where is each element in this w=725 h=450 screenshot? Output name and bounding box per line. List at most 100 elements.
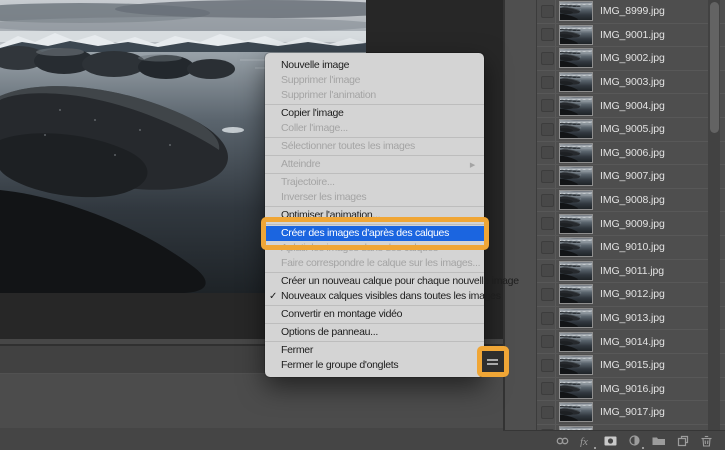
checkbox-cell	[537, 23, 556, 47]
list-item[interactable]: IMG_9009.jpg	[537, 212, 725, 236]
file-name: IMG_9002.jpg	[600, 52, 665, 65]
list-item[interactable]: IMG_9007.jpg	[537, 165, 725, 189]
frame-checkbox[interactable]	[541, 264, 554, 278]
list-item[interactable]: IMG_9002.jpg	[537, 47, 725, 71]
list-item[interactable]: IMG_8999.jpg	[537, 0, 725, 24]
frame-thumbnail	[559, 308, 593, 329]
checkbox-cell	[537, 330, 556, 353]
list-item[interactable]: IMG_9005.jpg	[537, 117, 725, 142]
list-item[interactable]: IMG_9016.jpg	[537, 377, 725, 402]
menu-separator	[265, 206, 484, 207]
delete-icon[interactable]	[699, 434, 714, 448]
menu-item-label: Créer un nouveau calque pour chaque nouv…	[281, 275, 519, 287]
file-name: IMG_9016.jpg	[600, 382, 665, 395]
list-item[interactable]: IMG_9017.jpg	[537, 401, 725, 425]
new-layer-icon[interactable]	[675, 434, 690, 448]
list-item[interactable]: IMG_9013.jpg	[537, 306, 725, 331]
menu-separator	[265, 224, 484, 225]
file-name: IMG_9010.jpg	[600, 241, 665, 254]
menu-item[interactable]: Créer un nouveau calque pour chaque nouv…	[265, 274, 519, 289]
frame-checkbox[interactable]	[541, 99, 554, 113]
checkbox-cell	[537, 47, 556, 70]
frame-checkbox[interactable]	[541, 358, 554, 372]
adjustment-icon[interactable]	[627, 434, 644, 449]
frame-checkbox[interactable]	[541, 335, 554, 349]
file-name: IMG_9011.jpg	[600, 264, 664, 277]
frame-thumbnail	[559, 260, 593, 281]
scrollbar-track[interactable]	[708, 0, 720, 430]
menu-item-label: Nouvelle image	[281, 59, 350, 71]
menu-item-label: Coller l'image...	[281, 122, 348, 134]
frame-thumbnail	[559, 402, 593, 423]
list-item[interactable]: IMG_9001.jpg	[537, 23, 725, 48]
menu-separator	[265, 341, 484, 342]
menu-item[interactable]: Fermer le groupe d'onglets	[265, 358, 484, 373]
menu-item[interactable]: Créer des images d'après des calques	[265, 226, 484, 241]
effects-icon[interactable]: fx	[579, 434, 596, 449]
menu-item: Inverser les images	[265, 190, 484, 205]
menu-item[interactable]: Copier l'image	[265, 106, 484, 121]
layer-mask-icon[interactable]	[603, 434, 618, 448]
frame-thumbnail	[559, 95, 593, 116]
frame-checkbox[interactable]	[541, 4, 554, 18]
menu-item[interactable]: Optimiser l'animation...	[265, 208, 484, 223]
menu-item[interactable]: Options de panneau...	[265, 325, 484, 340]
menu-item[interactable]: Nouvelle image	[265, 58, 484, 73]
list-item[interactable]: IMG_9014.jpg	[537, 330, 725, 354]
menu-separator	[265, 137, 484, 138]
checkbox-cell	[537, 165, 556, 188]
frame-checkbox[interactable]	[541, 75, 554, 89]
frame-checkbox[interactable]	[541, 169, 554, 183]
frame-thumbnail	[559, 119, 593, 140]
list-item[interactable]: IMG_9006.jpg	[537, 141, 725, 166]
frame-checkbox[interactable]	[541, 240, 554, 254]
menu-item[interactable]: ✓ Nouveaux calques visibles dans toutes l…	[265, 289, 501, 304]
menu-item[interactable]: Convertir en montage vidéo	[265, 307, 484, 322]
menu-item-label: Copier l'image	[281, 107, 344, 119]
list-item[interactable]: IMG_9004.jpg	[537, 94, 725, 118]
menu-item-label: Optimiser l'animation...	[281, 209, 381, 221]
menu-item-label: Créer des images d'après des calques	[281, 227, 450, 239]
panel-menu-button[interactable]	[481, 351, 504, 373]
checkbox-cell	[537, 401, 556, 424]
frame-checkbox[interactable]	[541, 193, 554, 207]
list-item[interactable]: IMG_9008.jpg	[537, 188, 725, 213]
file-name: IMG_9012.jpg	[600, 288, 665, 301]
frame-thumbnail	[559, 72, 593, 93]
frame-thumbnail	[559, 48, 593, 69]
scrollbar-thumb[interactable]	[709, 2, 719, 133]
checkbox-cell	[537, 377, 556, 401]
folder-icon[interactable]	[651, 434, 666, 448]
link-icon[interactable]	[555, 434, 570, 448]
frame-thumbnail	[559, 237, 593, 258]
file-name: IMG_9015.jpg	[600, 359, 665, 372]
menu-separator	[265, 272, 484, 273]
frame-checkbox[interactable]	[541, 382, 554, 396]
svg-text:fx: fx	[580, 436, 588, 447]
menu-separator	[265, 323, 484, 324]
frame-checkbox[interactable]	[541, 146, 554, 160]
list-item[interactable]: IMG_9010.jpg	[537, 235, 725, 260]
menu-item-label: Fermer le groupe d'onglets	[281, 359, 399, 371]
frame-checkbox[interactable]	[541, 287, 554, 301]
frame-thumbnail	[559, 355, 593, 376]
menu-item: Faire correspondre le calque sur les ima…	[265, 256, 484, 271]
menu-item-label: Supprimer l'animation	[281, 89, 376, 101]
frame-checkbox[interactable]	[541, 311, 554, 325]
list-item[interactable]: IMG_9011.jpg	[537, 259, 725, 284]
frame-checkbox[interactable]	[541, 217, 554, 231]
menu-item[interactable]: Fermer	[265, 343, 484, 358]
frame-checkbox[interactable]	[541, 51, 554, 65]
frame-checkbox[interactable]	[541, 28, 554, 42]
list-item[interactable]: IMG_9015.jpg	[537, 353, 725, 378]
frame-checkbox[interactable]	[541, 122, 554, 136]
file-name: IMG_9003.jpg	[600, 76, 665, 89]
checkbox-cell	[537, 353, 556, 377]
frame-checkbox[interactable]	[541, 405, 554, 419]
list-item[interactable]: IMG_9003.jpg	[537, 70, 725, 95]
checkbox-cell	[537, 259, 556, 283]
list-item[interactable]: IMG_9012.jpg	[537, 283, 725, 307]
menu-item-label: Supprimer l'image	[281, 74, 361, 86]
menu-item-label: Faire correspondre le calque sur les ima…	[281, 257, 481, 269]
menu-item-label: Inverser les images	[281, 191, 367, 203]
